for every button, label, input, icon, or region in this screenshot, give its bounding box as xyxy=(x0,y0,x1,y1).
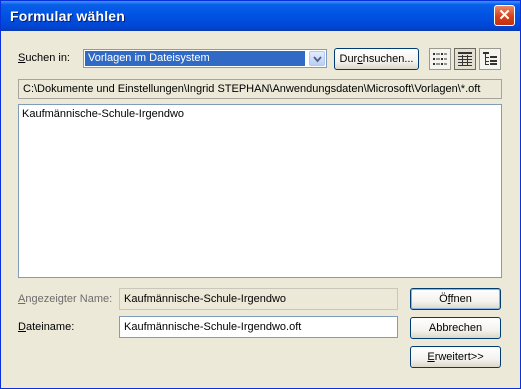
list-view-button[interactable] xyxy=(429,48,451,70)
file-name-label: Dateiname: xyxy=(18,321,75,333)
dialog-window: Formular wählen ✕ Suchen in: Vorlagen im… xyxy=(0,0,521,389)
dropdown-arrow-button[interactable] xyxy=(309,51,325,66)
path-display: C:\Dokumente und Einstellungen\Ingrid ST… xyxy=(18,79,502,99)
advanced-button[interactable]: Erweitert>> xyxy=(410,346,501,368)
search-in-selected-value: Vorlagen im Dateisystem xyxy=(85,51,305,66)
open-button[interactable]: Öffnen xyxy=(410,288,501,310)
display-name-field: Kaufmännische-Schule-Irgendwo xyxy=(119,288,398,310)
dialog-title: Formular wählen xyxy=(10,8,126,24)
list-item[interactable]: Kaufmännische-Schule-Irgendwo xyxy=(22,108,184,120)
template-list[interactable]: Kaufmännische-Schule-Irgendwo xyxy=(18,104,502,278)
chevron-down-icon xyxy=(312,56,322,63)
browse-button[interactable]: Durchsuchen... xyxy=(334,48,419,70)
tree-view-icon xyxy=(483,52,497,65)
close-icon: ✕ xyxy=(498,7,511,24)
display-name-label: Angezeigter Name: xyxy=(18,293,113,305)
list-view-icon xyxy=(433,53,447,65)
close-button[interactable]: ✕ xyxy=(494,5,515,26)
details-view-button[interactable] xyxy=(454,48,476,70)
search-in-label: Suchen in: xyxy=(18,52,70,64)
file-name-input[interactable]: Kaufmännische-Schule-Irgendwo.oft xyxy=(119,316,398,338)
title-bar[interactable]: Formular wählen ✕ xyxy=(1,1,520,31)
search-in-dropdown[interactable]: Vorlagen im Dateisystem xyxy=(83,49,327,68)
cancel-button[interactable]: Abbrechen xyxy=(410,317,501,339)
tree-view-button[interactable] xyxy=(479,48,501,70)
details-view-icon xyxy=(458,52,472,66)
